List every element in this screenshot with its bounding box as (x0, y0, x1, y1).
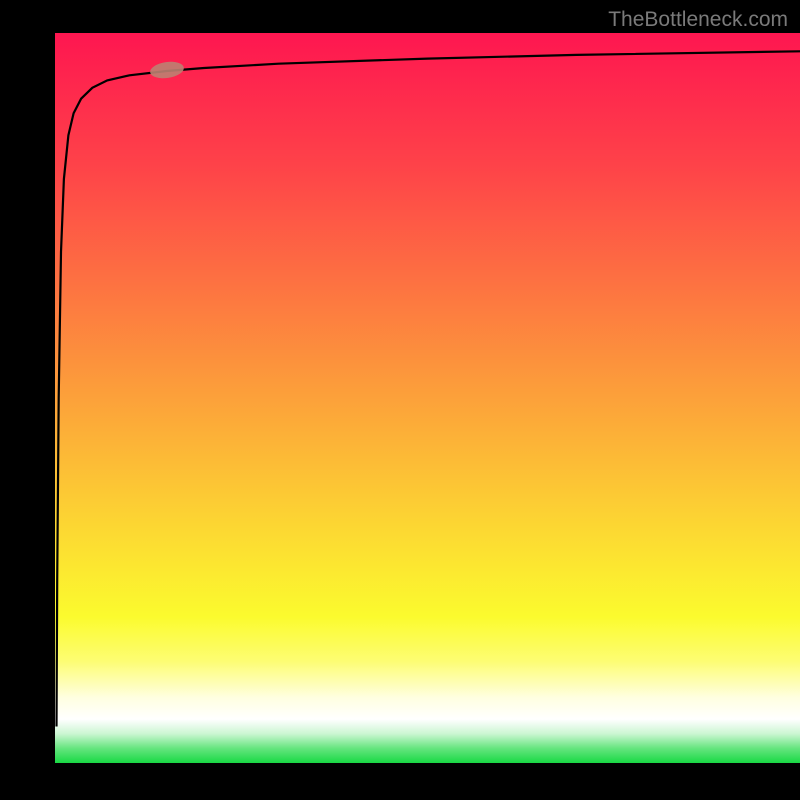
chart-plot-area (55, 33, 800, 763)
watermark-text: TheBottleneck.com (608, 8, 788, 32)
curve-line (55, 33, 800, 763)
